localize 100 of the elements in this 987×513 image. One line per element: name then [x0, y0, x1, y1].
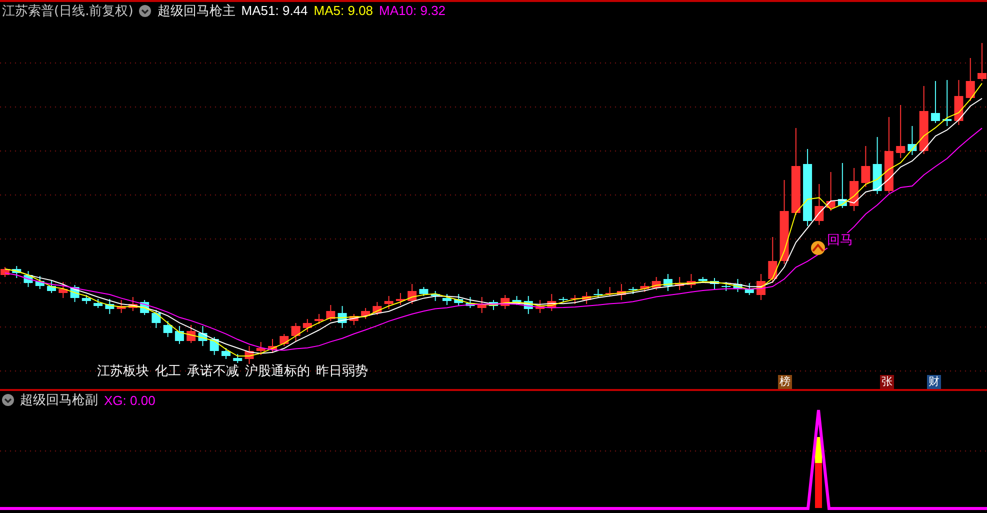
- candlestick: [640, 282, 650, 292]
- candlestick: [930, 80, 940, 124]
- ma-reading: MA5: 9.08: [314, 3, 374, 18]
- candlestick: [454, 294, 464, 306]
- candlestick: [186, 324, 196, 344]
- candlestick: [814, 184, 824, 226]
- candlestick: [105, 298, 114, 314]
- signal-label: 回马: [827, 233, 853, 248]
- candlestick: [24, 270, 33, 288]
- stock-tag: 江苏板块: [97, 362, 149, 380]
- candlestick: [605, 286, 614, 296]
- candlestick: [35, 276, 44, 290]
- candlestick: [82, 294, 91, 304]
- indicator-name: 超级回马枪主: [157, 2, 236, 20]
- dropdown-icon[interactable]: [2, 394, 14, 406]
- candlestick: [12, 266, 22, 278]
- candlestick: [140, 300, 150, 316]
- stock-tag: 沪股通标的: [245, 362, 310, 380]
- candlestick: [710, 278, 719, 290]
- candlestick: [233, 354, 242, 364]
- candlestick: [698, 276, 708, 284]
- candlestick: [628, 286, 638, 294]
- candlestick: [291, 322, 300, 342]
- candlestick: [547, 294, 556, 312]
- candlestick: [838, 162, 847, 208]
- candlestick: [256, 342, 266, 356]
- candlestick: [536, 300, 545, 314]
- candlestick: [361, 308, 370, 320]
- stock-tag: 化工: [155, 362, 181, 380]
- dropdown-icon[interactable]: [139, 4, 152, 16]
- candlestick: [524, 296, 533, 314]
- candlestick: [244, 346, 254, 364]
- candlestick: [163, 320, 172, 338]
- candlestick: [756, 274, 766, 300]
- candlestick: [222, 348, 230, 360]
- candlestick: [477, 296, 486, 314]
- candlestick: [954, 80, 964, 126]
- candlestick: [326, 304, 336, 322]
- candlestick: [861, 146, 870, 188]
- candlestick: [942, 80, 952, 126]
- candlestick: [652, 276, 661, 290]
- candlestick: [70, 284, 80, 302]
- candlestick: [768, 236, 778, 284]
- candlestick: [128, 296, 138, 312]
- ma-reading: MA10: 9.32: [379, 3, 446, 18]
- candlestick: [850, 168, 859, 212]
- candlestick: [280, 334, 289, 346]
- candlestick: [978, 42, 986, 82]
- candlestick: [663, 274, 672, 292]
- candlestick: [616, 284, 626, 300]
- event-badge: 财: [927, 375, 941, 389]
- candlestick: [419, 286, 428, 296]
- candlestick: [733, 278, 742, 292]
- candlestick: [675, 276, 684, 290]
- candlestick: [338, 306, 347, 328]
- candlestick: [174, 326, 184, 344]
- stock-title: 江苏索普(日线.前复权): [2, 2, 134, 20]
- ma-reading: MA51: 9.44: [241, 3, 308, 18]
- candlestick: [430, 290, 440, 302]
- candlestick: [500, 294, 510, 310]
- candlestick: [466, 296, 475, 308]
- candlestick: [116, 300, 126, 314]
- candlestick: [722, 282, 731, 292]
- candlestick: [919, 86, 928, 154]
- candlestick: [268, 338, 277, 354]
- candlestick: [408, 284, 417, 304]
- candlestick: [582, 292, 592, 304]
- candlestick: [686, 274, 696, 288]
- candlestick: [0, 266, 10, 278]
- candlestick: [966, 58, 975, 102]
- candlestick: [512, 296, 522, 306]
- candlestick: [570, 294, 580, 304]
- candlestick: [349, 314, 358, 326]
- candlestick: [198, 326, 208, 346]
- event-badge: 张: [880, 375, 894, 389]
- candlestick: [47, 280, 56, 294]
- stock-tag: 昨日弱势: [316, 362, 368, 380]
- stock-tag: 承诺不减: [187, 362, 239, 380]
- candlestick: [908, 126, 917, 156]
- xg-reading: XG: 0.00: [104, 392, 156, 408]
- candlestick: [594, 288, 603, 298]
- candlestick: [314, 314, 324, 324]
- signal-marker-icon: [811, 241, 825, 255]
- candlestick: [152, 310, 161, 328]
- candlestick: [210, 336, 219, 356]
- candlestick: [872, 136, 882, 194]
- candlestick: [896, 104, 906, 158]
- candlestick: [489, 300, 498, 310]
- candlestick: [302, 318, 312, 332]
- event-badge: 榜: [778, 375, 792, 389]
- indicator-name: 超级回马枪副: [20, 392, 98, 409]
- candlestick: [826, 172, 836, 212]
- candlestick: [384, 296, 394, 310]
- candlestick: [396, 292, 405, 306]
- candlestick: [58, 282, 68, 298]
- candlestick: [442, 294, 452, 306]
- candlestick: [94, 298, 103, 308]
- candlestick: [744, 282, 754, 296]
- candlestick: [558, 296, 568, 302]
- candlestick: [372, 302, 382, 316]
